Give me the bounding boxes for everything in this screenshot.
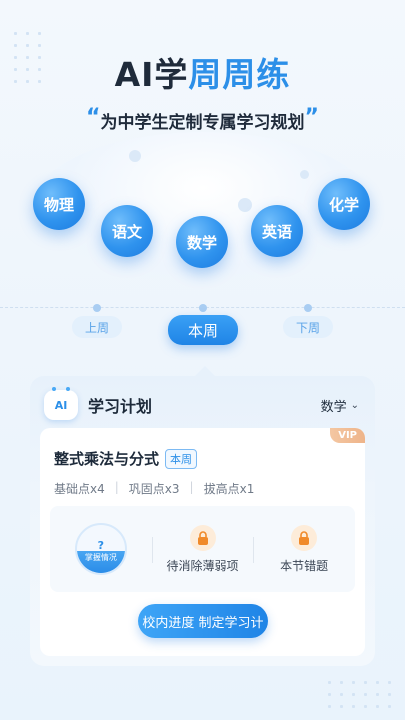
section-errors-stat[interactable]: 本节错题 bbox=[253, 524, 355, 574]
week-next-button[interactable]: 下周 bbox=[283, 316, 333, 338]
basic-points: 基础点x4 bbox=[54, 482, 105, 496]
mastery-unknown-mark: ? bbox=[97, 538, 105, 552]
lesson-name: 整式乘法与分式 bbox=[54, 450, 160, 468]
decorative-dot bbox=[300, 170, 309, 179]
week-current-button[interactable]: 本周 bbox=[168, 315, 238, 345]
study-plan-panel: AI 学习计划 数学 ⌄ VIP 整式乘法与分式 本周 基础点x4 | 巩固点x… bbox=[30, 376, 375, 666]
subject-dropdown[interactable]: 数学 ⌄ bbox=[321, 396, 359, 415]
decorative-dot bbox=[238, 198, 252, 212]
page-subtitle: “为中学生定制专属学习规划” bbox=[0, 105, 405, 134]
subject-bubble-english[interactable]: 英语 bbox=[251, 205, 303, 257]
weak-items-label: 待消除薄弱项 bbox=[166, 558, 239, 573]
panel-title: 学习计划 bbox=[88, 397, 153, 416]
ai-robot-icon: AI bbox=[44, 387, 78, 420]
subject-bubble-chemistry[interactable]: 化学 bbox=[318, 178, 370, 230]
ai-icon-label: AI bbox=[54, 398, 68, 412]
mastery-gauge: ? 掌握情况 bbox=[74, 523, 127, 575]
lesson-title-row: 整式乘法与分式 本周 bbox=[54, 448, 198, 469]
consolidate-points: 巩固点x3 bbox=[128, 482, 180, 496]
decorative-dot bbox=[129, 150, 141, 162]
page-title: AI学周周练 bbox=[0, 48, 405, 96]
separator: | bbox=[114, 480, 119, 494]
mastery-label: 掌握情况 bbox=[84, 553, 117, 562]
decorative-dots-bottom bbox=[328, 681, 391, 708]
quote-open: “ bbox=[86, 105, 101, 130]
timeline-dot bbox=[304, 304, 312, 312]
lesson-card[interactable]: VIP 整式乘法与分式 本周 基础点x4 | 巩固点x3 | 拔高点x1 ? 掌… bbox=[40, 428, 365, 656]
lock-icon bbox=[189, 524, 216, 551]
weak-items-stat[interactable]: 待消除薄弱项 bbox=[151, 524, 254, 574]
subtitle-text: 为中学生定制专属学习规划 bbox=[100, 113, 305, 133]
timeline-dot bbox=[199, 304, 207, 312]
knowledge-points: 基础点x4 | 巩固点x3 | 拔高点x1 bbox=[54, 480, 254, 497]
timeline-dot bbox=[93, 304, 101, 312]
advanced-points: 拔高点x1 bbox=[203, 482, 255, 496]
mastery-stat[interactable]: ? 掌握情况 bbox=[50, 523, 152, 575]
week-tag: 本周 bbox=[165, 448, 198, 469]
separator: | bbox=[189, 480, 194, 494]
subject-bubble-math[interactable]: 数学 bbox=[176, 216, 228, 268]
chevron-down-icon: ⌄ bbox=[350, 400, 359, 411]
subject-bubble-physics[interactable]: 物理 bbox=[33, 178, 85, 230]
section-errors-label: 本节错题 bbox=[280, 558, 329, 573]
vip-badge: VIP bbox=[330, 428, 365, 443]
quote-close: ” bbox=[304, 105, 319, 130]
subject-bubble-chinese[interactable]: 语文 bbox=[101, 205, 153, 257]
title-part-2: 周周练 bbox=[188, 55, 291, 94]
lesson-stats: ? 掌握情况 待消除薄弱项 本节错题 bbox=[50, 506, 355, 592]
lock-icon bbox=[291, 524, 318, 551]
panel-pointer bbox=[195, 366, 215, 376]
panel-header: AI 学习计划 bbox=[44, 387, 153, 420]
title-part-1: AI学 bbox=[114, 55, 189, 94]
week-prev-button[interactable]: 上周 bbox=[72, 316, 122, 338]
make-plan-button[interactable]: 校内进度 制定学习计 bbox=[138, 604, 268, 638]
subject-dropdown-value: 数学 bbox=[320, 400, 347, 415]
